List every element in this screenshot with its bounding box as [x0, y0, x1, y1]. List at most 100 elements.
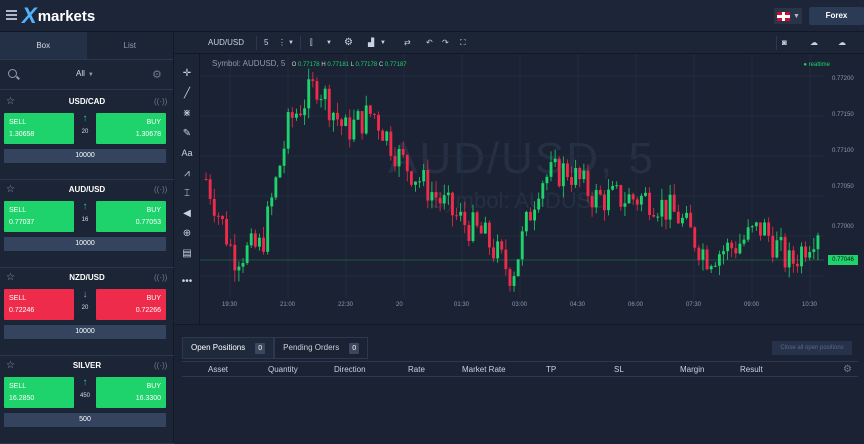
fib-icon[interactable]: ⋇	[174, 108, 200, 119]
chevron-down-icon[interactable]: ▼	[288, 36, 294, 50]
column-quantity: Quantity	[268, 365, 298, 374]
candle-up	[274, 177, 278, 198]
chevron-down-icon[interactable]: ▼	[326, 36, 332, 50]
candle-down	[475, 212, 479, 226]
compare-icon[interactable]: ⇄	[404, 36, 411, 50]
sell-label: SELL	[9, 383, 27, 390]
sell-button[interactable]: SELL 0.72246	[4, 289, 74, 320]
tab-list[interactable]: List	[87, 32, 174, 59]
candle-up	[237, 266, 241, 271]
candle-up	[446, 192, 450, 196]
candle-down	[652, 214, 656, 217]
signal-icon[interactable]: ((·))	[154, 97, 167, 106]
tab-box[interactable]: Box	[0, 32, 87, 59]
quantity-selector[interactable]: 10000	[4, 149, 166, 163]
arrow-left-icon[interactable]: ◀	[174, 208, 200, 219]
x-tick-label: 19:30	[222, 302, 238, 308]
instrument-symbol: SILVER	[72, 361, 102, 370]
zoom-icon[interactable]: ⊕	[174, 228, 200, 239]
chart-area[interactable]: AUD/USD, 5 Symbol: AUDUSD Symbol: AUDUSD…	[200, 54, 864, 324]
view-tabs: Box List	[0, 32, 173, 60]
redo-icon[interactable]: ↷	[442, 36, 449, 50]
camera-icon[interactable]: ◙	[782, 36, 787, 50]
magnet-icon[interactable]: ▤	[174, 248, 200, 259]
brush-icon[interactable]: ✎	[174, 128, 200, 139]
signal-icon[interactable]: ((·))	[154, 185, 167, 194]
signal-icon[interactable]: ((·))	[154, 273, 167, 282]
candle-down	[455, 215, 458, 217]
instrument-card: ☆ NZD/USD ((·)) SELL 0.72246 ↓ 20 BUY 0.72266 100…	[0, 268, 174, 356]
quantity-selector[interactable]: 10000	[4, 237, 166, 251]
indicators-icon[interactable]: ▟	[368, 36, 374, 50]
candle-down	[311, 79, 315, 82]
candle-up	[623, 203, 627, 207]
spread-value: 20	[81, 129, 89, 135]
text-icon[interactable]: Aa	[174, 148, 200, 158]
quantity-selector[interactable]: 500	[4, 413, 166, 427]
instrument-symbol: USD/CAD	[68, 97, 106, 106]
open-count-badge: 0	[255, 342, 266, 354]
tab-open-positions[interactable]: Open Positions 0	[182, 337, 275, 359]
sell-button[interactable]: SELL 16.2850	[4, 377, 74, 408]
trend-line-icon[interactable]: ╱	[174, 88, 200, 99]
pattern-icon[interactable]: ⩘	[174, 168, 200, 179]
positions-tabs: Open Positions 0 Pending Orders 0	[182, 337, 369, 359]
language-selector[interactable]: ▼	[774, 8, 802, 24]
candle-up	[307, 79, 311, 109]
category-filter[interactable]: All ▼	[76, 69, 94, 78]
cloud-upload-icon[interactable]: ☁	[810, 36, 818, 50]
buy-label: BUY	[146, 295, 161, 302]
column-market-rate: Market Rate	[462, 365, 506, 374]
quantity-selector[interactable]: 10000	[4, 325, 166, 339]
tab-pending-orders[interactable]: Pending Orders 0	[274, 337, 369, 359]
candles-icon[interactable]: ⫿	[310, 36, 313, 50]
interval-select[interactable]: 5	[264, 36, 268, 50]
candle-up	[701, 249, 705, 260]
buy-button[interactable]: BUY 0.72266	[96, 289, 166, 320]
undo-icon[interactable]: ↶	[426, 36, 433, 50]
candle-down	[672, 194, 676, 212]
candle-down	[500, 241, 504, 250]
candle-up	[496, 241, 500, 259]
search-icon[interactable]	[8, 69, 17, 78]
menu-icon[interactable]	[6, 10, 17, 20]
chevron-down-icon[interactable]: ▼	[380, 36, 386, 50]
sell-button[interactable]: SELL 1.30658	[4, 113, 74, 144]
logo-name: markets	[37, 7, 96, 25]
buy-button[interactable]: BUY 0.77053	[96, 201, 166, 232]
chart-toolbar: AUD/USD 5 ⋮ ▼ ⫿ ▼ ⚙ ▟ ▼ ⇄ ↶ ↷ ⛶ ◙ ☁ ☁	[174, 32, 864, 54]
sell-button[interactable]: SELL 0.77037	[4, 201, 74, 232]
ohlc-values: O 0.77178 H 0.77181 L 0.77178 C 0.77187	[291, 62, 407, 68]
crosshair-icon[interactable]: ✛	[174, 68, 200, 79]
candle-up	[553, 158, 557, 163]
more-icon[interactable]: •••	[174, 276, 200, 287]
instrument-symbol: NZD/USD	[69, 273, 105, 282]
symbol-select[interactable]: AUD/USD	[208, 36, 258, 50]
signal-icon[interactable]: ((·))	[154, 361, 167, 370]
candle-down	[689, 212, 693, 228]
measure-icon[interactable]: ⌶	[174, 188, 200, 199]
settings-icon[interactable]: ⚙	[344, 36, 353, 50]
candle-down	[360, 111, 364, 134]
cloud-download-icon[interactable]: ☁	[838, 36, 846, 50]
gear-icon[interactable]: ⚙	[843, 364, 852, 375]
close-all-button[interactable]: Close all open positions	[772, 341, 852, 355]
logo: X markets	[22, 5, 96, 27]
candle-up	[742, 239, 746, 244]
candle-up	[746, 227, 750, 240]
candle-up	[709, 266, 713, 270]
trend-arrow-icon: ↑	[82, 201, 88, 212]
x-tick-label: 09:00	[744, 302, 760, 308]
gear-icon[interactable]: ⚙	[152, 68, 162, 81]
fullscreen-icon[interactable]: ⛶	[460, 36, 466, 50]
candle-up	[545, 176, 549, 184]
buy-button[interactable]: BUY 16.3300	[96, 377, 166, 408]
candle-up	[397, 148, 401, 167]
account-button[interactable]: Forex	[809, 7, 864, 25]
candle-up	[533, 209, 537, 221]
candle-down	[229, 244, 233, 246]
candle-up	[763, 222, 766, 236]
chevron-down-icon: ▼	[793, 12, 800, 20]
more-icon[interactable]: ⋮	[278, 36, 286, 50]
buy-button[interactable]: BUY 1.30678	[96, 113, 166, 144]
